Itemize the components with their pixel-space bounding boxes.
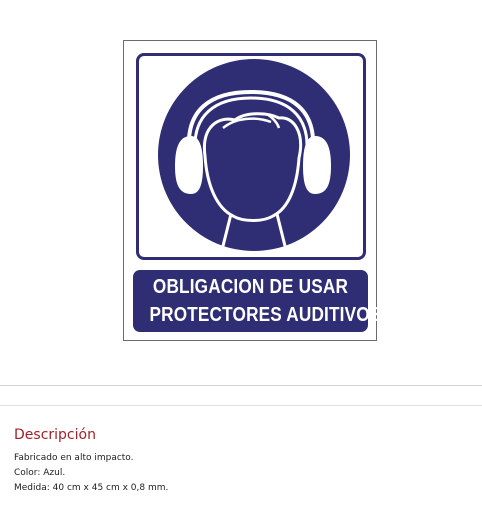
section-divider	[0, 405, 482, 406]
ear-protection-icon	[158, 59, 350, 251]
sign-caption-line-2: PROTECTORES AUDITIVOS	[149, 304, 382, 326]
sign-icon-panel	[136, 53, 366, 260]
description-heading: Descripción	[14, 427, 96, 443]
sign-caption-line-1: OBLIGACION DE USAR	[152, 276, 349, 298]
sign-caption: OBLIGACION DE USAR PROTECTORES AUDITIVOS	[133, 270, 382, 332]
description-line-material: Fabricado en alto impacto.	[14, 453, 134, 463]
description-line-size: Medida: 40 cm x 45 cm x 0,8 mm.	[14, 483, 169, 493]
description-body: Fabricado en alto impacto. Color: Azul. …	[14, 451, 168, 496]
product-image: OBLIGACION DE USAR PROTECTORES AUDITIVOS	[123, 40, 382, 341]
description-line-color: Color: Azul.	[14, 468, 66, 478]
section-divider	[0, 385, 482, 386]
